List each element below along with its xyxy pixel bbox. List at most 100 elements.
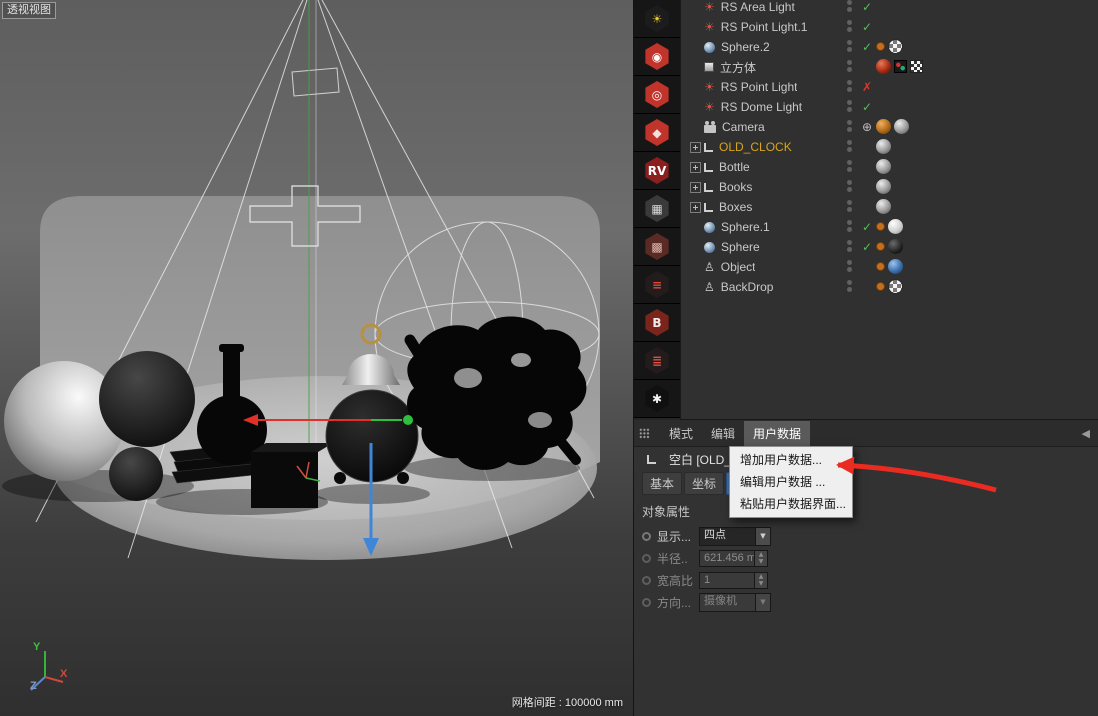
object-row[interactable]: Sphere.1 ✓ [681, 217, 1098, 237]
expand-toggle-icon[interactable] [690, 141, 701, 153]
stepper-down-icon[interactable]: ▼ [755, 580, 767, 588]
gray-ball-tag[interactable] [876, 179, 891, 194]
visibility-dots[interactable] [847, 180, 852, 192]
rs-bake-icon-button[interactable]: B [634, 304, 680, 342]
rs-volume-icon-button[interactable]: ◆ [634, 114, 680, 152]
visibility-dots[interactable] [847, 140, 852, 152]
visibility-dot-render[interactable] [847, 147, 852, 152]
check-icon[interactable]: ✓ [862, 99, 872, 115]
visibility-dots[interactable] [847, 40, 852, 52]
visibility-dot-editor[interactable] [847, 240, 852, 245]
object-row[interactable]: 立方体 [681, 57, 1098, 77]
rs-ipr-icon-button[interactable]: ▩ [634, 228, 680, 266]
object-row[interactable]: Sphere ✓ [681, 237, 1098, 257]
keyframe-ring-icon[interactable] [642, 531, 651, 541]
object-row[interactable]: ☀ RS Area Light ✓ [681, 0, 1098, 17]
object-row[interactable]: ☀ RS Point Light.1 ✓ [681, 17, 1098, 37]
panel-drag-handle-icon[interactable] [639, 427, 650, 439]
rs-renderview-icon-button[interactable]: RV [634, 152, 680, 190]
keyframe-ring-icon[interactable] [642, 553, 651, 563]
gray-ball-tag[interactable] [876, 199, 891, 214]
visibility-dot-render[interactable] [847, 187, 852, 192]
rs-layers-icon-button[interactable]: ≣ [634, 342, 680, 380]
object-row[interactable]: ☀ RS Point Light ✗ [681, 77, 1098, 97]
visibility-dots[interactable] [847, 60, 852, 72]
visibility-dots[interactable] [847, 80, 852, 92]
stepper-arrows[interactable]: ▲ ▼ [755, 571, 768, 589]
object-row[interactable]: ♙ Object [681, 257, 1098, 277]
visibility-dot-editor[interactable] [847, 20, 852, 25]
object-row[interactable]: ♙ BackDrop [681, 277, 1098, 297]
field-select[interactable]: 四点 ▼ [699, 526, 771, 546]
rs-settings-icon-button[interactable]: ✱ [634, 380, 680, 418]
orange-dot-tag[interactable] [876, 42, 885, 51]
visibility-dot-editor[interactable] [847, 0, 852, 5]
visibility-dot-render[interactable] [847, 7, 852, 12]
visibility-dot-render[interactable] [847, 167, 852, 172]
expand-toggle-icon[interactable] [690, 201, 701, 213]
orange-dot-tag[interactable] [876, 242, 885, 251]
visibility-dot-render[interactable] [847, 47, 852, 52]
visibility-dot-editor[interactable] [847, 260, 852, 265]
check-icon[interactable]: ✓ [862, 0, 872, 15]
visibility-dot-render[interactable] [847, 67, 852, 72]
cross-icon[interactable]: ✗ [862, 79, 872, 95]
expand-toggle-icon[interactable] [690, 161, 701, 173]
checker-ball-tag[interactable] [888, 39, 903, 54]
checker-flat-tag[interactable] [910, 60, 923, 73]
object-manager[interactable]: ☀ RS Area Light ✓ ☀ RS Point Light.1 ✓ Sphere.… [680, 0, 1098, 420]
orange-ball-tag[interactable] [876, 119, 891, 134]
gray-ball-tag[interactable] [894, 119, 909, 134]
keyframe-ring-icon[interactable] [642, 597, 651, 607]
visibility-dots[interactable] [847, 120, 852, 132]
object-row[interactable]: Camera ⊕ [681, 117, 1098, 137]
blue-ball-tag[interactable] [888, 259, 903, 274]
rs-camera-icon-button[interactable]: ◉ [634, 38, 680, 76]
field-input[interactable]: 621.456 m ▲ ▼ [699, 549, 768, 567]
visibility-dot-editor[interactable] [847, 100, 852, 105]
object-row[interactable]: OLD_CLOCK [681, 137, 1098, 157]
visibility-dot-editor[interactable] [847, 180, 852, 185]
visibility-dot-editor[interactable] [847, 280, 852, 285]
check-icon[interactable]: ✓ [862, 19, 872, 35]
visibility-dots[interactable] [847, 20, 852, 32]
viewport-view-label[interactable]: 透视视图 [2, 2, 56, 19]
rs-texture-icon-button[interactable]: ▦ [634, 190, 680, 228]
visibility-dot-render[interactable] [847, 247, 852, 252]
visibility-dot-editor[interactable] [847, 120, 852, 125]
gray-ball-tag[interactable] [876, 159, 891, 174]
visibility-dot-editor[interactable] [847, 80, 852, 85]
orange-dot-tag[interactable] [876, 262, 885, 271]
stepper-up-icon[interactable]: ▲ [755, 573, 767, 581]
menu-item-add-user-data[interactable]: 增加用户数据... [730, 449, 852, 471]
visibility-dots[interactable] [847, 100, 852, 112]
tab-coordinates[interactable]: 坐标 [684, 471, 725, 495]
visibility-dots[interactable] [847, 260, 852, 272]
visibility-dot-render[interactable] [847, 27, 852, 32]
menubar-item-mode[interactable]: 模式 [660, 421, 702, 446]
visibility-dot-render[interactable] [847, 87, 852, 92]
menubar-item-edit[interactable]: 编辑 [702, 421, 744, 446]
visibility-dot-render[interactable] [847, 227, 852, 232]
visibility-dot-editor[interactable] [847, 200, 852, 205]
checker-ball-tag[interactable] [888, 279, 903, 294]
check-icon[interactable]: ✓ [862, 39, 872, 55]
visibility-dot-render[interactable] [847, 287, 852, 292]
orange-dot-tag[interactable] [876, 282, 885, 291]
tab-basic[interactable]: 基本 [642, 471, 683, 495]
visibility-dots[interactable] [847, 280, 852, 292]
object-row[interactable]: Books [681, 177, 1098, 197]
field-select[interactable]: 摄像机 ▼ [699, 592, 771, 612]
check-icon[interactable]: ✓ [862, 219, 872, 235]
visibility-dots[interactable] [847, 240, 852, 252]
visibility-dot-render[interactable] [847, 207, 852, 212]
object-row[interactable]: Bottle [681, 157, 1098, 177]
rs-proxy-icon-button[interactable]: ◎ [634, 76, 680, 114]
rs-shader-list-icon-button[interactable]: ≡ [634, 266, 680, 304]
rs-light-icon-button[interactable]: ☀ [634, 0, 680, 38]
viewport-perspective[interactable]: 透视视图 网格间距 : 100000 mm Y X Z [0, 0, 633, 716]
stepper-up-icon[interactable]: ▲ [755, 551, 767, 559]
stepper-down-icon[interactable]: ▼ [755, 558, 767, 566]
expand-toggle-icon[interactable] [690, 181, 701, 193]
visibility-dot-render[interactable] [847, 107, 852, 112]
